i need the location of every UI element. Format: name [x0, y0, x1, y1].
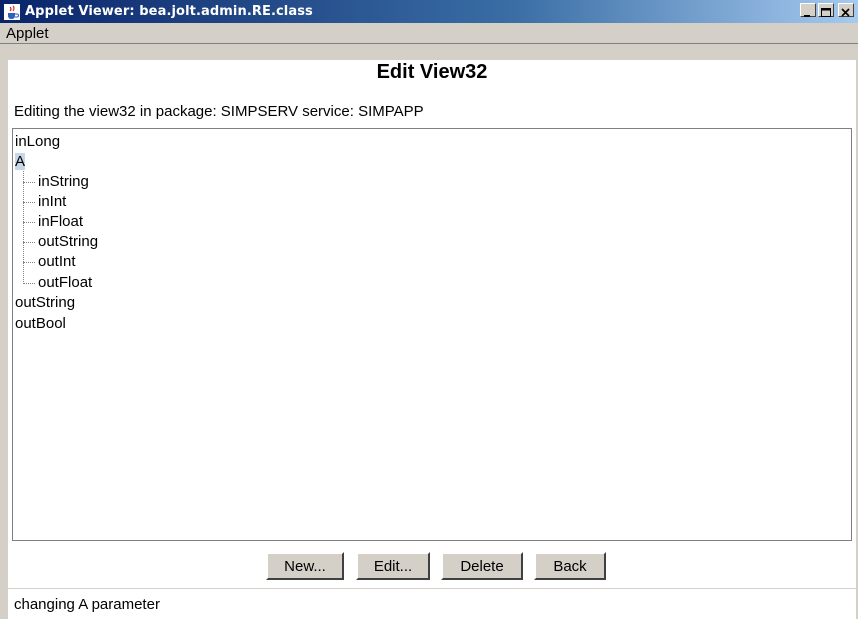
- tree-item-outfloat[interactable]: outFloat: [38, 273, 92, 293]
- maximize-icon: [821, 8, 831, 17]
- tree-connector: [23, 222, 35, 223]
- tree-item-outbool[interactable]: outBool: [15, 314, 66, 334]
- applet-viewer-window: Applet Viewer: bea.jolt.admin.RE.class A…: [0, 0, 858, 619]
- tree-connector: [23, 182, 35, 183]
- window-title: Applet Viewer: bea.jolt.admin.RE.class: [25, 4, 313, 19]
- close-icon: [841, 8, 850, 17]
- menu-bar: Applet: [0, 23, 858, 43]
- menu-divider: [0, 43, 858, 44]
- edit-button[interactable]: Edit...: [356, 552, 430, 580]
- delete-button[interactable]: Delete: [441, 552, 523, 580]
- title-bar[interactable]: Applet Viewer: bea.jolt.admin.RE.class: [0, 0, 858, 23]
- tree-item-inlong[interactable]: inLong: [15, 132, 60, 152]
- java-cup-icon: [4, 3, 20, 20]
- page-subtitle: Editing the view32 in package: SIMPSERV …: [14, 103, 424, 120]
- back-button[interactable]: Back: [534, 552, 606, 580]
- new-button[interactable]: New...: [266, 552, 344, 580]
- tree-connector: [23, 242, 35, 243]
- tree-item-infloat[interactable]: inFloat: [38, 212, 83, 232]
- view-tree[interactable]: inLong A inString inInt inFloat outStrin…: [12, 128, 852, 541]
- minimize-icon: [804, 15, 810, 17]
- close-button[interactable]: [838, 3, 854, 17]
- page-title: Edit View32: [376, 61, 488, 83]
- maximize-button[interactable]: [818, 3, 834, 17]
- tree-connector: [23, 202, 35, 203]
- tree-item-instring[interactable]: inString: [38, 172, 89, 192]
- tree-item-outstring[interactable]: outString: [15, 293, 75, 313]
- status-message: changing A parameter: [14, 596, 160, 613]
- tree-connector: [23, 283, 35, 284]
- tree-connector: [23, 262, 35, 263]
- status-divider: [8, 588, 858, 589]
- tree-item-inint[interactable]: inInt: [38, 192, 66, 212]
- tree-item-a[interactable]: A: [15, 152, 26, 172]
- menu-applet[interactable]: Applet: [0, 25, 49, 42]
- tree-item-outint[interactable]: outInt: [38, 252, 76, 272]
- minimize-button[interactable]: [800, 3, 816, 17]
- tree-connector: [23, 171, 24, 284]
- tree-item-outstring-child[interactable]: outString: [38, 232, 98, 252]
